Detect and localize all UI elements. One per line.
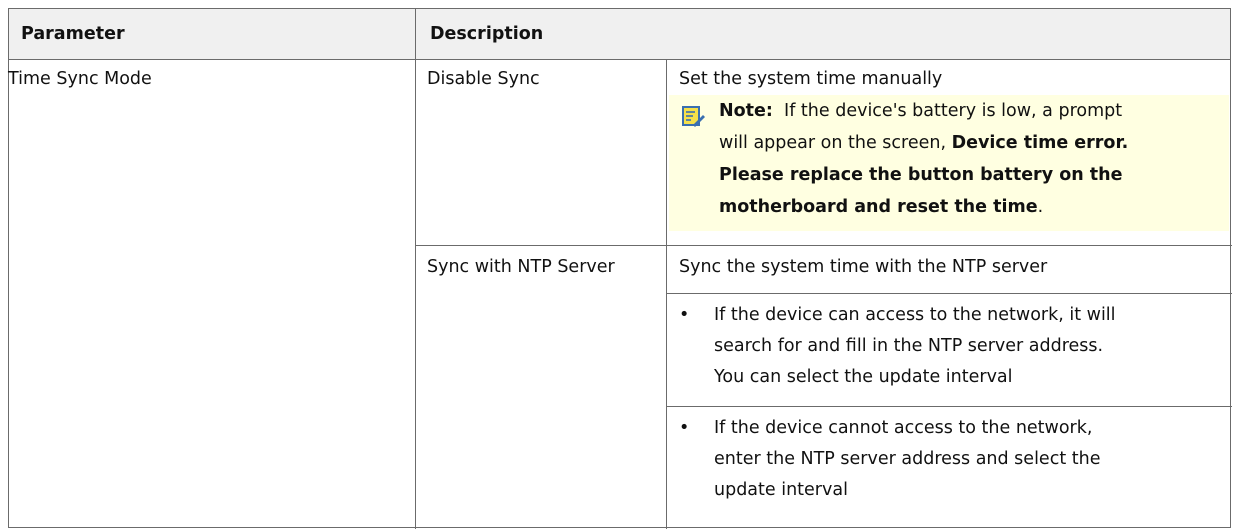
bullet-1-line-3: You can select the update interval	[714, 367, 1013, 387]
bullet-2-line-3: update interval	[714, 480, 848, 500]
description-sync-ntp: Sync the system time with the NTP server	[679, 257, 1048, 277]
option-sync-ntp: Sync with NTP Server	[427, 257, 615, 277]
note-box: Note: If the device's battery is low, a …	[669, 95, 1229, 231]
column-divider-2	[666, 59, 667, 529]
note-end-4: .	[1037, 197, 1044, 217]
note-pencil-icon	[682, 106, 705, 127]
note-line-3: Please replace the button battery on the	[719, 165, 1123, 185]
note-bold-2: Device time error.	[951, 133, 1129, 153]
column-divider-1	[415, 9, 416, 529]
bullet-2-marker: •	[679, 418, 690, 438]
header-parameter: Parameter	[21, 24, 125, 44]
note-line-2: will appear on the screen, Device time e…	[719, 129, 1128, 158]
header-description: Description	[430, 24, 544, 44]
bullet-1-line-1: If the device can access to the network,…	[714, 305, 1116, 325]
description-disable-sync: Set the system time manually	[679, 69, 943, 89]
note-heading: Note:	[719, 101, 773, 121]
note-bold-4: motherboard and reset the time	[719, 197, 1038, 217]
note-text-2: will appear on the screen,	[719, 133, 947, 153]
row-divider-ntp	[415, 245, 1232, 246]
note-line-4: motherboard and reset the time.	[719, 193, 1043, 222]
row-divider-bullet1	[666, 293, 1232, 294]
note-text-1: If the device's battery is low, a prompt	[784, 101, 1123, 121]
bullet-1-line-2: search for and fill in the NTP server ad…	[714, 336, 1104, 356]
bullet-1-marker: •	[679, 305, 690, 325]
parameter-time-sync-mode: Time Sync Mode	[8, 69, 152, 89]
bullet-2-line-2: enter the NTP server address and select …	[714, 449, 1101, 469]
option-disable-sync: Disable Sync	[427, 69, 540, 89]
bullet-2-line-1: If the device cannot access to the netwo…	[714, 418, 1093, 438]
row-divider-bullet2	[666, 406, 1232, 407]
parameter-table: Parameter Description Time Sync Mode Dis…	[8, 8, 1232, 529]
table-header-row: Parameter Description	[9, 9, 1230, 60]
note-line-1: Note: If the device's battery is low, a …	[719, 97, 1122, 126]
